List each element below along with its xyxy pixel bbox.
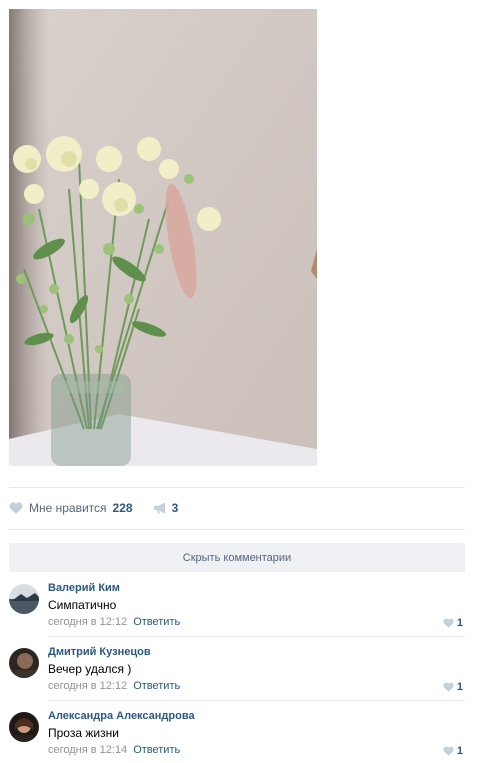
comment-meta: сегодня в 12:12 Ответить xyxy=(48,680,180,692)
reply-button[interactable]: Ответить xyxy=(133,744,180,756)
post-photo[interactable] xyxy=(9,9,317,466)
heart-icon xyxy=(443,618,454,628)
reply-button[interactable]: Ответить xyxy=(133,680,180,692)
like-label: Мне нравится xyxy=(29,501,107,515)
avatar[interactable] xyxy=(9,712,39,742)
separator xyxy=(9,529,465,530)
comment-item: Дмитрий Кузнецов Вечер удался ) сегодня … xyxy=(9,644,465,700)
separator xyxy=(9,487,465,488)
hide-comments-button[interactable]: Скрыть комментарии xyxy=(9,543,465,572)
comment-item: Александра Александрова Проза жизни сего… xyxy=(9,708,465,763)
comment-author[interactable]: Дмитрий Кузнецов xyxy=(48,646,151,658)
comment-text: Вечер удался ) xyxy=(48,662,132,676)
post-actions: Мне нравится 228 3 xyxy=(9,497,178,519)
comment-like-button[interactable]: 1 xyxy=(443,745,463,757)
avatar[interactable] xyxy=(9,584,39,614)
comment-separator xyxy=(48,700,465,701)
comment-meta: сегодня в 12:12 Ответить xyxy=(48,616,180,628)
share-count: 3 xyxy=(171,501,179,515)
comment-like-count: 1 xyxy=(456,681,463,693)
heart-icon xyxy=(9,502,23,514)
comment-separator xyxy=(48,636,465,637)
comment-author[interactable]: Валерий Ким xyxy=(48,582,120,594)
megaphone-icon xyxy=(153,502,165,514)
comment-meta: сегодня в 12:14 Ответить xyxy=(48,744,180,756)
flowers-photo-image xyxy=(9,9,317,466)
comment-like-count: 1 xyxy=(456,745,463,757)
reply-button[interactable]: Ответить xyxy=(133,616,180,628)
comment-time[interactable]: сегодня в 12:14 xyxy=(48,744,127,756)
heart-icon xyxy=(443,682,454,692)
heart-icon xyxy=(443,746,454,756)
share-button[interactable]: 3 xyxy=(153,501,179,515)
comment-time[interactable]: сегодня в 12:12 xyxy=(48,680,127,692)
comment-text: Проза жизни xyxy=(48,726,119,740)
like-count: 228 xyxy=(112,501,133,515)
comment-like-button[interactable]: 1 xyxy=(443,617,463,629)
comment-author[interactable]: Александра Александрова xyxy=(48,710,195,722)
comment-time[interactable]: сегодня в 12:12 xyxy=(48,616,127,628)
comment-like-count: 1 xyxy=(456,617,463,629)
comment-text: Симпатично xyxy=(48,598,117,612)
avatar[interactable] xyxy=(9,648,39,678)
comment-item: Валерий Ким Симпатично сегодня в 12:12 От… xyxy=(9,580,465,636)
comment-like-button[interactable]: 1 xyxy=(443,681,463,693)
like-button[interactable]: Мне нравится 228 xyxy=(9,501,133,515)
